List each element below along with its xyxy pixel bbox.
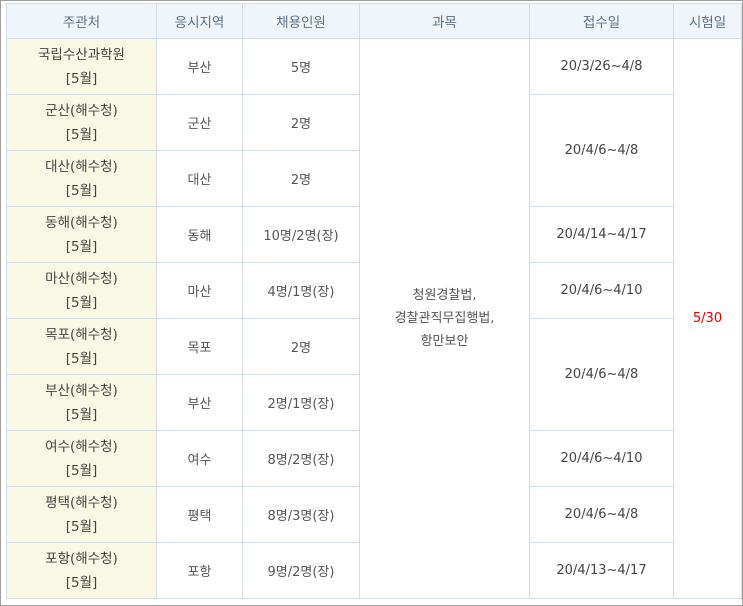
organizer-month: [5월]: [65, 182, 98, 199]
headcount-cell: 8명/2명(장): [242, 430, 360, 487]
region-cell: 동해: [156, 206, 243, 263]
application-period-cell: 20/4/6~4/10: [529, 262, 674, 319]
table-row: 국립수산과학원 [5월] 부산 5명 청원경찰법, 경찰관직무집행법, 항만보안 20…: [6, 38, 742, 599]
recruitment-table: 주관처 응시지역 채용인원 과목 접수일 시험일 국립수산과학원 [5월] 부산 …: [6, 3, 742, 599]
headcount-cell: 10명/2명(장): [242, 206, 360, 263]
organizer-name: 마산(해수청): [45, 270, 118, 287]
application-period-cell: 20/4/6~4/8: [529, 486, 674, 543]
headcount-cell: 2명: [242, 150, 360, 207]
subject-cell: 청원경찰법, 경찰관직무집행법, 항만보안: [359, 38, 530, 599]
subject-line: 항만보안: [420, 334, 469, 349]
header-row: 주관처 응시지역 채용인원 과목 접수일 시험일: [6, 3, 742, 39]
exam-date-cell: 5/30: [673, 38, 742, 599]
application-period-cell: 20/4/6~4/8: [529, 94, 674, 207]
organizer-month: [5월]: [65, 70, 98, 87]
organizer-cell: 마산(해수청) [5월]: [6, 262, 157, 319]
header-subject: 과목: [359, 3, 530, 39]
organizer-cell: 목포(해수청) [5월]: [6, 318, 157, 375]
organizer-name: 평택(해수청): [45, 494, 118, 511]
organizer-month: [5월]: [65, 294, 98, 311]
header-headcount: 채용인원: [242, 3, 360, 39]
region-cell: 부산: [156, 38, 243, 95]
organizer-name: 대산(해수청): [45, 158, 118, 175]
headcount-cell: 2명/1명(장): [242, 374, 360, 431]
application-period-cell: 20/4/6~4/8: [529, 318, 674, 431]
headcount-cell: 9명/2명(장): [242, 542, 360, 599]
application-period-cell: 20/4/6~4/10: [529, 430, 674, 487]
region-cell: 목포: [156, 318, 243, 375]
region-cell: 평택: [156, 486, 243, 543]
region-cell: 군산: [156, 94, 243, 151]
organizer-month: [5월]: [65, 518, 98, 535]
headcount-cell: 4명/1명(장): [242, 262, 360, 319]
header-region: 응시지역: [156, 3, 243, 39]
header-organizer: 주관처: [6, 3, 157, 39]
headcount-cell: 2명: [242, 94, 360, 151]
subject-line: 청원경찰법,: [412, 288, 477, 303]
headcount-cell: 8명/3명(장): [242, 486, 360, 543]
region-cell: 대산: [156, 150, 243, 207]
region-cell: 마산: [156, 262, 243, 319]
header-exam-date: 시험일: [673, 3, 742, 39]
header-application-period: 접수일: [529, 3, 674, 39]
subject-line: 경찰관직무집행법,: [394, 311, 495, 326]
organizer-cell: 동해(해수청) [5월]: [6, 206, 157, 263]
organizer-cell: 포항(해수청) [5월]: [6, 542, 157, 599]
region-cell: 여수: [156, 430, 243, 487]
organizer-month: [5월]: [65, 406, 98, 423]
organizer-cell: 군산(해수청) [5월]: [6, 94, 157, 151]
organizer-month: [5월]: [65, 350, 98, 367]
application-period-cell: 20/4/13~4/17: [529, 542, 674, 599]
application-period-cell: 20/3/26~4/8: [529, 38, 674, 95]
organizer-name: 국립수산과학원: [38, 46, 125, 63]
organizer-name: 목포(해수청): [45, 326, 118, 343]
organizer-name: 여수(해수청): [45, 438, 118, 455]
application-period-cell: 20/4/14~4/17: [529, 206, 674, 263]
organizer-cell: 대산(해수청) [5월]: [6, 150, 157, 207]
headcount-cell: 5명: [242, 38, 360, 95]
organizer-name: 군산(해수청): [45, 102, 118, 119]
organizer-name: 부산(해수청): [45, 382, 118, 399]
region-cell: 부산: [156, 374, 243, 431]
organizer-month: [5월]: [65, 462, 98, 479]
organizer-cell: 부산(해수청) [5월]: [6, 374, 157, 431]
organizer-cell: 여수(해수청) [5월]: [6, 430, 157, 487]
organizer-name: 동해(해수청): [45, 214, 118, 231]
organizer-month: [5월]: [65, 238, 98, 255]
organizer-month: [5월]: [65, 126, 98, 143]
organizer-month: [5월]: [65, 574, 98, 591]
organizer-cell: 평택(해수청) [5월]: [6, 486, 157, 543]
headcount-cell: 2명: [242, 318, 360, 375]
organizer-name: 포항(해수청): [45, 550, 118, 567]
organizer-cell: 국립수산과학원 [5월]: [6, 38, 157, 95]
region-cell: 포항: [156, 542, 243, 599]
